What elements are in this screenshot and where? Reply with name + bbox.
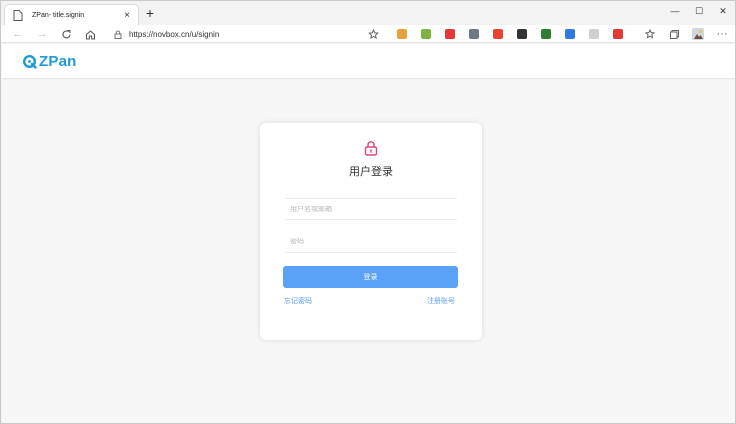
login-heading: 用户登录 [349,166,393,178]
extension-icon[interactable] [589,29,599,39]
username-field[interactable] [285,198,457,220]
back-arrow-icon[interactable]: ← [11,27,25,41]
maximize-button[interactable]: ☐ [687,1,711,21]
forward-arrow-icon[interactable]: → [35,27,49,41]
tab-strip: ZPan- title.signin × + — ☐ ✕ [1,1,735,25]
browser-toolbar: ← → https://novbox.cn/u/signin ··· [1,25,735,43]
extension-icon[interactable] [541,29,551,39]
profile-avatar[interactable] [691,27,705,41]
username-input[interactable] [285,205,457,213]
extension-icon[interactable] [613,29,623,39]
extension-icon[interactable] [469,29,479,39]
add-favorite-icon[interactable] [367,28,379,40]
site-header: ZPan [2,44,735,79]
extension-icon[interactable] [565,29,575,39]
extension-icon[interactable] [397,29,407,39]
minimize-button[interactable]: — [663,1,687,21]
address-bar[interactable]: https://novbox.cn/u/signin [105,26,385,42]
forgot-password-link[interactable]: 忘记密码 [284,296,312,306]
extension-icon[interactable] [421,29,431,39]
url-text[interactable]: https://novbox.cn/u/signin [129,30,367,39]
zpan-logo-icon [22,54,37,69]
home-icon[interactable] [83,27,97,41]
collections-icon[interactable] [667,27,681,41]
more-menu-icon[interactable]: ··· [715,27,729,41]
password-input[interactable] [285,238,457,245]
extension-icon[interactable] [517,29,527,39]
extension-icon[interactable] [445,29,455,39]
site-logo[interactable]: ZPan [22,53,76,70]
close-tab-icon[interactable]: × [120,8,134,22]
logo-text: ZPan [39,53,77,70]
close-window-button[interactable]: ✕ [711,1,735,21]
padlock-icon[interactable] [113,29,123,39]
register-link[interactable]: 注册账号 [427,296,455,306]
login-card: 用户登录 登录 忘记密码 注册账号 [260,123,482,340]
lock-icon [364,141,378,156]
new-tab-button[interactable]: + [143,6,157,20]
tab-title: ZPan- title.signin [32,11,85,19]
browser-window: ZPan- title.signin × + — ☐ ✕ ← → https:/… [0,0,736,424]
login-button[interactable]: 登录 [283,266,458,288]
password-field[interactable] [285,231,457,253]
browser-tab[interactable]: ZPan- title.signin × [4,4,139,25]
refresh-icon[interactable] [59,27,73,41]
favorites-icon[interactable] [643,27,657,41]
page-icon [12,9,24,21]
extension-icon[interactable] [493,29,503,39]
